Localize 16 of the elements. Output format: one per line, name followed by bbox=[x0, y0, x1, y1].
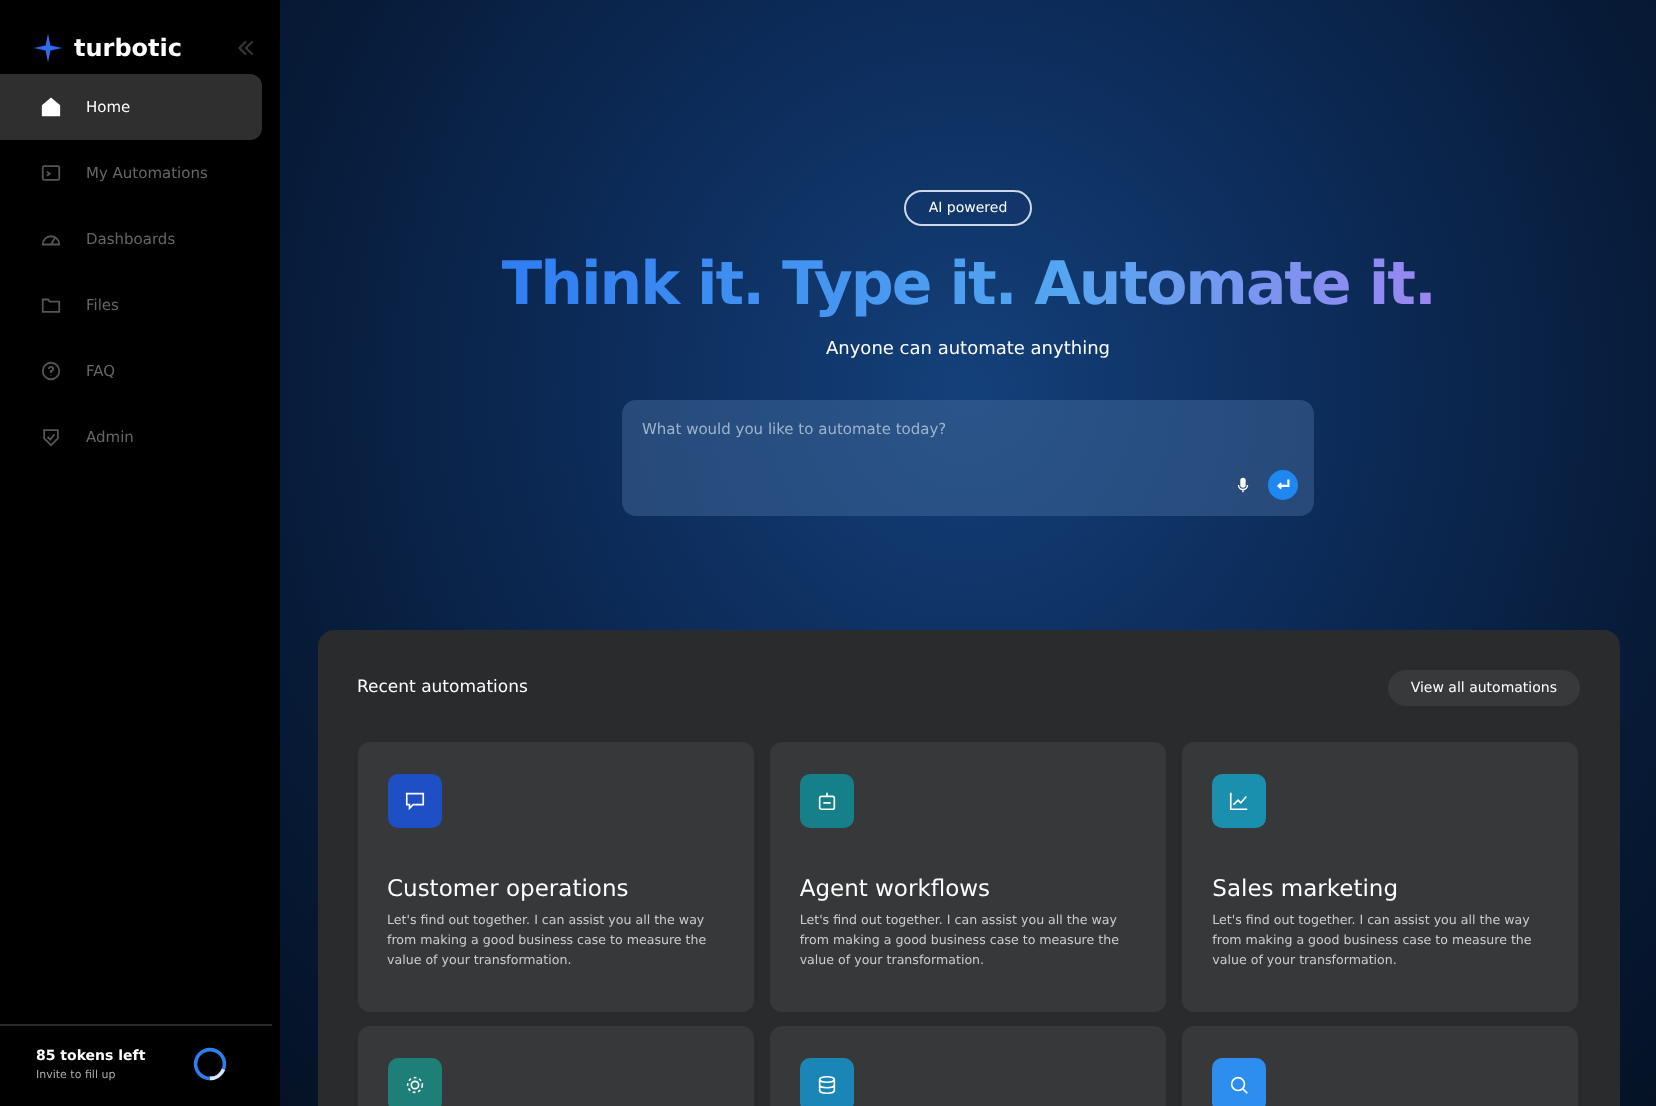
help-icon bbox=[40, 360, 62, 382]
terminal-icon bbox=[40, 162, 62, 184]
card-title: Sales marketing bbox=[1212, 874, 1401, 902]
section-title: Recent automations bbox=[357, 678, 528, 698]
logo-icon bbox=[32, 32, 64, 64]
card-title: Agent workflows bbox=[799, 874, 993, 902]
home-icon bbox=[40, 96, 62, 118]
brand-name: turbotic bbox=[74, 34, 182, 62]
folder-icon bbox=[40, 294, 62, 316]
enter-icon bbox=[1273, 476, 1292, 494]
send-button[interactable] bbox=[1267, 470, 1298, 500]
token-ring-icon bbox=[192, 1046, 228, 1082]
hero-subtitle: Anyone can automate anything bbox=[826, 340, 1110, 360]
microphone-icon bbox=[1233, 476, 1252, 494]
card-title: Customer operations bbox=[387, 874, 631, 902]
shield-icon bbox=[40, 426, 62, 448]
